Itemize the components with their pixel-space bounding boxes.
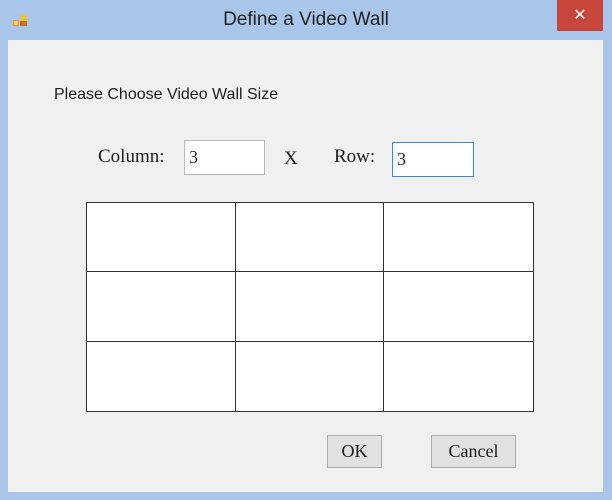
column-input[interactable] <box>184 140 265 175</box>
video-wall-cell <box>235 272 385 342</box>
dimension-separator: X <box>284 148 298 169</box>
column-label: Column: <box>98 146 165 167</box>
video-wall-cell <box>235 203 385 273</box>
close-button[interactable]: ✕ <box>557 0 603 31</box>
video-wall-cell <box>87 203 236 273</box>
video-wall-cell <box>384 203 533 273</box>
dialog-body: Please Choose Video Wall Size Column: X … <box>8 40 603 492</box>
row-label: Row: <box>334 146 376 167</box>
video-wall-dialog: Define a Video Wall ✕ Please Choose Vide… <box>0 0 612 500</box>
ok-button[interactable]: OK <box>327 435 382 468</box>
video-wall-preview-grid <box>86 202 534 412</box>
video-wall-cell <box>235 341 385 411</box>
video-wall-cell <box>384 341 533 411</box>
title-bar[interactable]: Define a Video Wall ✕ <box>0 0 612 40</box>
video-wall-cell <box>87 341 236 411</box>
cancel-button[interactable]: Cancel <box>431 435 516 468</box>
window-title: Define a Video Wall <box>223 9 389 30</box>
size-prompt-label: Please Choose Video Wall Size <box>54 86 279 103</box>
row-input[interactable] <box>392 142 474 177</box>
video-wall-cell <box>384 272 533 342</box>
video-wall-cell <box>87 272 236 342</box>
